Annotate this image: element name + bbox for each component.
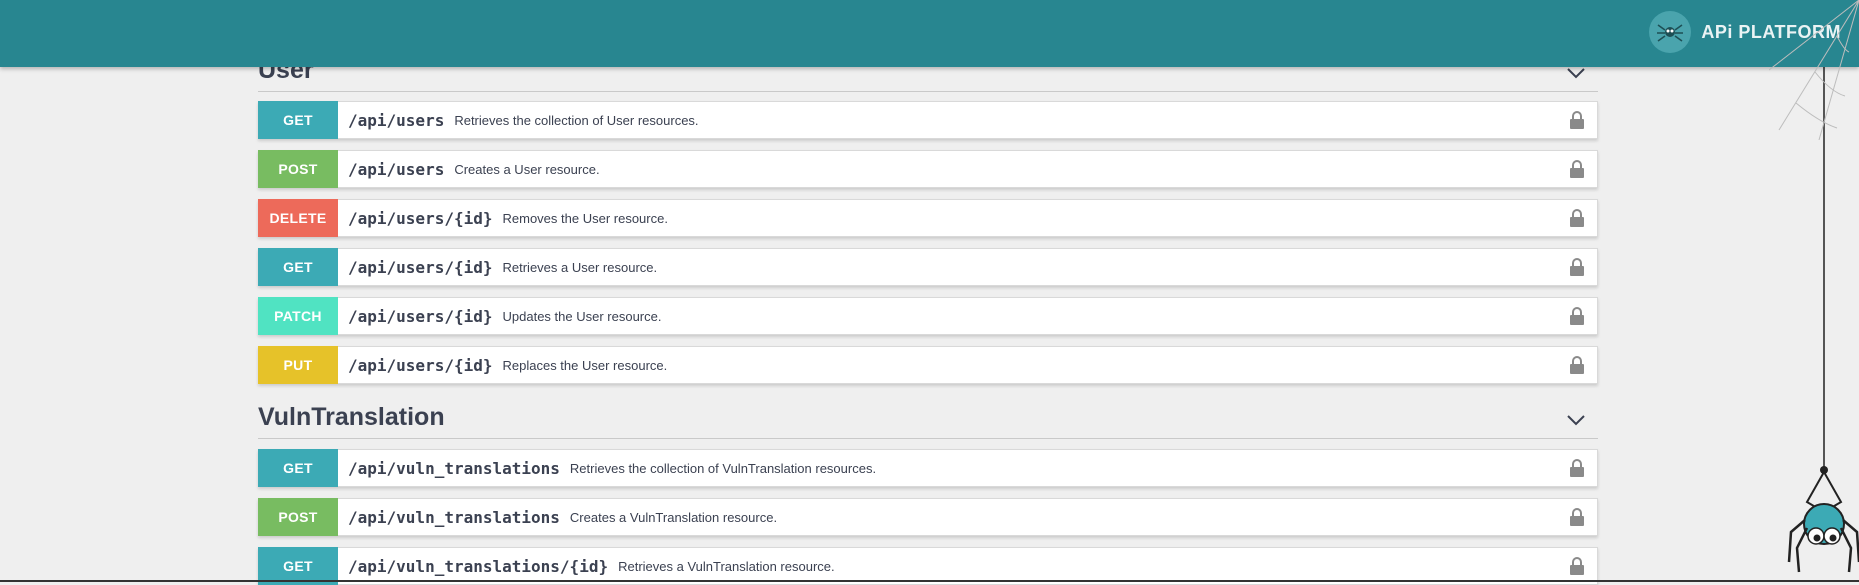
lock-icon[interactable] xyxy=(1569,356,1585,374)
method-badge: POST xyxy=(258,498,338,536)
operation-summary: Removes the User resource. xyxy=(502,210,668,226)
top-header: APi PLATFORM xyxy=(0,0,1859,67)
method-badge: GET xyxy=(258,248,338,286)
lock-icon[interactable] xyxy=(1569,508,1585,526)
operation-path: /api/users xyxy=(348,159,445,179)
operation-row[interactable]: PATCH /api/users/{id} Updates the User r… xyxy=(258,297,1598,335)
method-badge: PATCH xyxy=(258,297,338,335)
method-badge: PUT xyxy=(258,346,338,384)
operation-summary: Creates a User resource. xyxy=(454,161,600,177)
operation-row[interactable]: PUT /api/users/{id} Replaces the User re… xyxy=(258,346,1598,384)
operation-path: /api/users/{id} xyxy=(348,355,493,375)
operation-summary: Retrieves a User resource. xyxy=(502,259,658,275)
lock-icon[interactable] xyxy=(1569,258,1585,276)
operation-path: /api/vuln_translations/{id} xyxy=(348,556,609,576)
operation-summary: Updates the User resource. xyxy=(502,308,662,324)
method-badge: POST xyxy=(258,150,338,188)
lock-icon[interactable] xyxy=(1569,459,1585,477)
operation-path: /api/users/{id} xyxy=(348,257,493,277)
operation-path: /api/users xyxy=(348,110,445,130)
method-badge: DELETE xyxy=(258,199,338,237)
lock-icon[interactable] xyxy=(1569,160,1585,178)
lock-icon[interactable] xyxy=(1569,307,1585,325)
operation-summary: Retrieves the collection of User resourc… xyxy=(454,112,699,128)
lock-icon[interactable] xyxy=(1569,111,1585,129)
section-title-vulntranslation: VulnTranslation xyxy=(258,403,445,431)
operation-row[interactable]: GET /api/users/{id} Retrieves a User res… xyxy=(258,248,1598,286)
operation-summary: Replaces the User resource. xyxy=(502,357,668,373)
operation-summary: Retrieves the collection of VulnTranslat… xyxy=(569,460,877,476)
spider-web-icon xyxy=(1769,0,1859,140)
operation-path: /api/users/{id} xyxy=(348,208,493,228)
section-header-vulntranslation[interactable]: VulnTranslation xyxy=(258,398,1598,439)
method-badge: GET xyxy=(258,101,338,139)
operation-row[interactable]: GET /api/users Retrieves the collection … xyxy=(258,101,1598,139)
operation-row[interactable]: POST /api/vuln_translations Creates a Vu… xyxy=(258,498,1598,536)
operation-path: /api/users/{id} xyxy=(348,306,493,326)
operation-row[interactable]: GET /api/vuln_translations Retrieves the… xyxy=(258,449,1598,487)
spider-mascot-icon xyxy=(1787,466,1859,573)
operation-row[interactable]: DELETE /api/users/{id} Removes the User … xyxy=(258,199,1598,237)
method-badge: GET xyxy=(258,449,338,487)
chevron-down-icon[interactable] xyxy=(1566,67,1586,79)
spider-logo-icon xyxy=(1649,11,1692,53)
lock-icon[interactable] xyxy=(1569,209,1585,227)
operation-row[interactable]: POST /api/users Creates a User resource. xyxy=(258,150,1598,188)
operation-path: /api/vuln_translations xyxy=(348,507,560,527)
operation-summary: Retrieves a VulnTranslation resource. xyxy=(618,558,835,574)
operation-summary: Creates a VulnTranslation resource. xyxy=(569,509,778,525)
lock-icon[interactable] xyxy=(1569,557,1585,575)
chevron-down-icon[interactable] xyxy=(1566,414,1586,426)
operation-path: /api/vuln_translations xyxy=(348,458,560,478)
